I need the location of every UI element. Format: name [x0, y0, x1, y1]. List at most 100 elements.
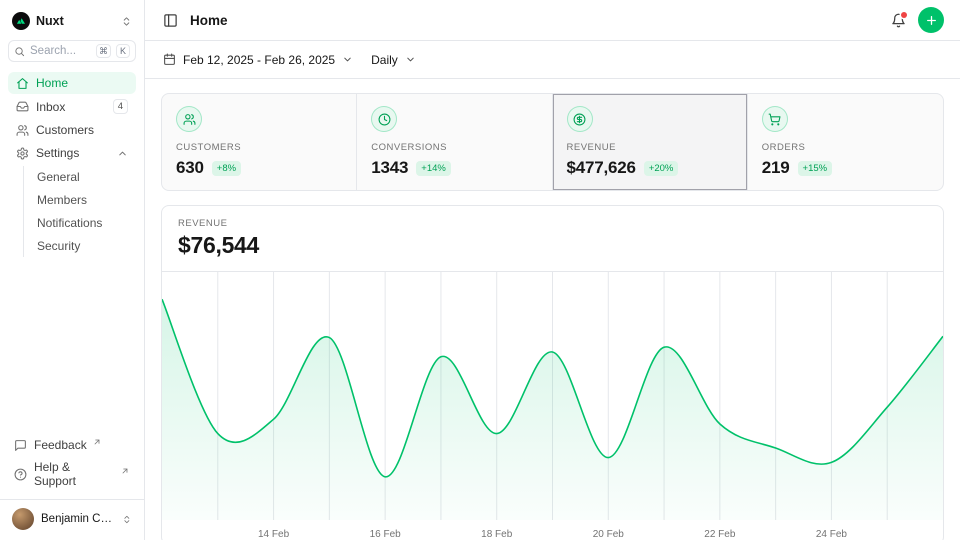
chevron-down-icon — [342, 54, 353, 65]
panel-left-icon — [163, 13, 178, 28]
x-axis-tick-label: 18 Feb — [481, 529, 513, 540]
stat-card-revenue[interactable]: REVENUE $477,626 +20% — [553, 94, 748, 190]
app: { "brand": {"name": "Nuxt"}, "sidebar": … — [0, 0, 960, 540]
search-icon — [14, 46, 25, 57]
date-range-picker[interactable]: Feb 12, 2025 - Feb 26, 2025 — [161, 49, 355, 71]
sidebar-subitem-label: Notifications — [37, 216, 102, 230]
stat-delta-badge: +14% — [416, 161, 451, 176]
stat-value: $477,626 — [567, 158, 636, 178]
sidebar-item-label: Settings — [36, 146, 79, 160]
sidebar-subitem-label: General — [37, 170, 80, 184]
sidebar-subitem-label: Members — [37, 193, 87, 207]
sidebar-toggle-button[interactable] — [161, 11, 180, 30]
sidebar-item-security[interactable]: Security — [29, 235, 136, 257]
sidebar-item-label: Home — [36, 76, 68, 90]
notification-dot — [901, 12, 907, 18]
users-icon — [16, 124, 29, 137]
sidebar-item-notifications[interactable]: Notifications — [29, 212, 136, 234]
revenue-chart-body[interactable]: 14 Feb 16 Feb 18 Feb 20 Feb 22 Feb 24 Feb — [162, 272, 943, 540]
stat-value: 630 — [176, 158, 204, 178]
sidebar-spacer — [8, 258, 136, 434]
stat-value: 1343 — [371, 158, 408, 178]
stat-label: CUSTOMERS — [176, 142, 342, 153]
clock-icon — [378, 113, 391, 126]
dollar-circle-icon — [573, 113, 586, 126]
revenue-chart-header: REVENUE $76,544 — [162, 206, 943, 272]
customers-chip — [176, 106, 202, 132]
page-title: Home — [190, 13, 228, 28]
x-axis-tick-label: 24 Feb — [816, 529, 848, 540]
sidebar-item-inbox[interactable]: Inbox 4 — [8, 95, 136, 118]
gear-icon — [16, 147, 29, 160]
inbox-count-badge: 4 — [113, 99, 128, 114]
user-name: Benjamin Canac — [41, 513, 115, 525]
chevron-down-icon — [405, 54, 416, 65]
chevron-updown-icon — [121, 16, 132, 27]
stats-grid: CUSTOMERS 630 +8% CONVERSIONS 1343 +14% — [161, 93, 944, 191]
sidebar-item-home[interactable]: Home — [8, 72, 136, 94]
revenue-chart-value: $76,544 — [178, 232, 927, 259]
sidebar-item-settings[interactable]: Settings — [8, 142, 136, 164]
x-axis-tick-label: 22 Feb — [704, 529, 736, 540]
user-menu[interactable]: Benjamin Canac — [8, 500, 136, 532]
external-link-icon — [121, 467, 129, 475]
workspace-name: Nuxt — [36, 14, 64, 28]
x-axis-tick-label: 14 Feb — [258, 529, 290, 540]
avatar — [12, 508, 34, 530]
feedback-link[interactable]: Feedback — [8, 434, 136, 456]
search-input[interactable] — [30, 45, 91, 57]
message-icon — [14, 439, 27, 452]
granularity-select[interactable]: Daily — [369, 49, 418, 71]
filters-toolbar: Feb 12, 2025 - Feb 26, 2025 Daily — [145, 41, 960, 79]
chevron-updown-icon — [122, 514, 132, 525]
stat-delta-badge: +15% — [798, 161, 833, 176]
revenue-chart: 14 Feb 16 Feb 18 Feb 20 Feb 22 Feb 24 Feb — [162, 272, 943, 540]
help-circle-icon — [14, 468, 27, 481]
stat-value: 219 — [762, 158, 790, 178]
help-support-link[interactable]: Help & Support — [8, 456, 136, 492]
stat-label: CONVERSIONS — [371, 142, 537, 153]
users-icon — [183, 113, 196, 126]
nuxt-logo-icon — [12, 12, 30, 30]
stat-card-orders[interactable]: ORDERS 219 +15% — [748, 94, 943, 190]
calendar-icon — [163, 53, 176, 66]
granularity-label: Daily — [371, 53, 398, 67]
x-axis-tick-label: 16 Feb — [370, 529, 402, 540]
cart-icon — [768, 113, 781, 126]
sidebar-item-customers[interactable]: Customers — [8, 119, 136, 141]
notifications-button[interactable] — [891, 13, 906, 28]
help-support-label: Help & Support — [34, 460, 115, 488]
conversions-chip — [371, 106, 397, 132]
sidebar-nav: Home Inbox 4 Customers Settings General … — [8, 72, 136, 258]
sidebar-item-label: Customers — [36, 123, 94, 137]
sidebar-item-general[interactable]: General — [29, 166, 136, 188]
inbox-icon — [16, 100, 29, 113]
workspace-switcher[interactable]: Nuxt — [8, 8, 136, 38]
sidebar-item-members[interactable]: Members — [29, 189, 136, 211]
stat-delta-badge: +20% — [644, 161, 679, 176]
kbd-meta-key: ⌘ — [96, 44, 111, 58]
sidebar-item-label: Inbox — [36, 100, 65, 114]
external-link-icon — [93, 438, 101, 446]
sidebar: Nuxt ⌘ K Home Inbox 4 Customers Settings… — [0, 0, 145, 540]
revenue-chart-label: REVENUE — [178, 218, 927, 229]
sidebar-subitem-label: Security — [37, 239, 80, 253]
page-header: Home — [145, 0, 960, 41]
orders-chip — [762, 106, 788, 132]
revenue-chip — [567, 106, 593, 132]
stat-card-conversions[interactable]: CONVERSIONS 1343 +14% — [357, 94, 552, 190]
feedback-label: Feedback — [34, 438, 87, 452]
add-button[interactable] — [918, 7, 944, 33]
header-actions — [891, 7, 944, 33]
stat-card-customers[interactable]: CUSTOMERS 630 +8% — [162, 94, 357, 190]
plus-icon — [925, 14, 938, 27]
stat-delta-badge: +8% — [212, 161, 241, 176]
revenue-chart-card: REVENUE $76,544 14 Feb 16 Feb 18 Feb 20 Feb… — [161, 205, 944, 540]
x-axis-tick-label: 20 Feb — [593, 529, 625, 540]
stat-label: REVENUE — [567, 142, 733, 153]
search-box[interactable]: ⌘ K — [8, 40, 136, 62]
home-icon — [16, 77, 29, 90]
stat-label: ORDERS — [762, 142, 929, 153]
chevron-up-icon — [117, 148, 128, 159]
date-range-label: Feb 12, 2025 - Feb 26, 2025 — [183, 53, 335, 67]
